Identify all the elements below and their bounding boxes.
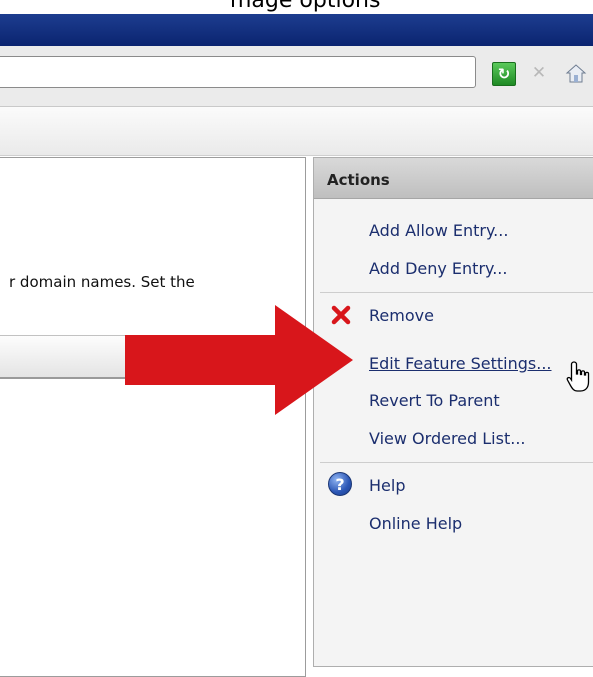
separator: [320, 292, 593, 293]
add-allow-entry-link[interactable]: Add Allow Entry...: [369, 221, 508, 240]
actions-header: Actions: [314, 158, 593, 199]
toolbar-row: [0, 107, 593, 156]
add-deny-entry-link[interactable]: Add Deny Entry...: [369, 259, 507, 278]
features-content-pane: r domain names. Set the: [0, 157, 309, 677]
view-ordered-list-link[interactable]: View Ordered List...: [369, 429, 525, 448]
edit-feature-settings-link[interactable]: Edit Feature Settings...: [369, 354, 552, 373]
online-help-link[interactable]: Online Help: [369, 514, 462, 533]
address-bar[interactable]: [0, 56, 476, 88]
caption-text: mage options: [230, 0, 381, 13]
cropped-caption: mage options: [0, 0, 593, 14]
address-row: ↻ ✕: [0, 46, 593, 107]
title-bar: [0, 14, 593, 46]
stop-icon[interactable]: ✕: [528, 62, 550, 84]
home-icon[interactable]: [565, 62, 587, 84]
remove-link[interactable]: Remove: [369, 306, 434, 325]
actions-title: Actions: [327, 171, 390, 189]
revert-to-parent-link[interactable]: Revert To Parent: [369, 391, 500, 410]
feature-description: r domain names. Set the: [9, 273, 195, 291]
hand-cursor-icon: [566, 361, 590, 392]
refresh-icon[interactable]: ↻: [492, 62, 516, 86]
help-icon: ?: [328, 472, 352, 496]
separator: [320, 462, 593, 463]
help-link[interactable]: Help: [369, 476, 405, 495]
red-arrow-pointer: [125, 305, 353, 415]
